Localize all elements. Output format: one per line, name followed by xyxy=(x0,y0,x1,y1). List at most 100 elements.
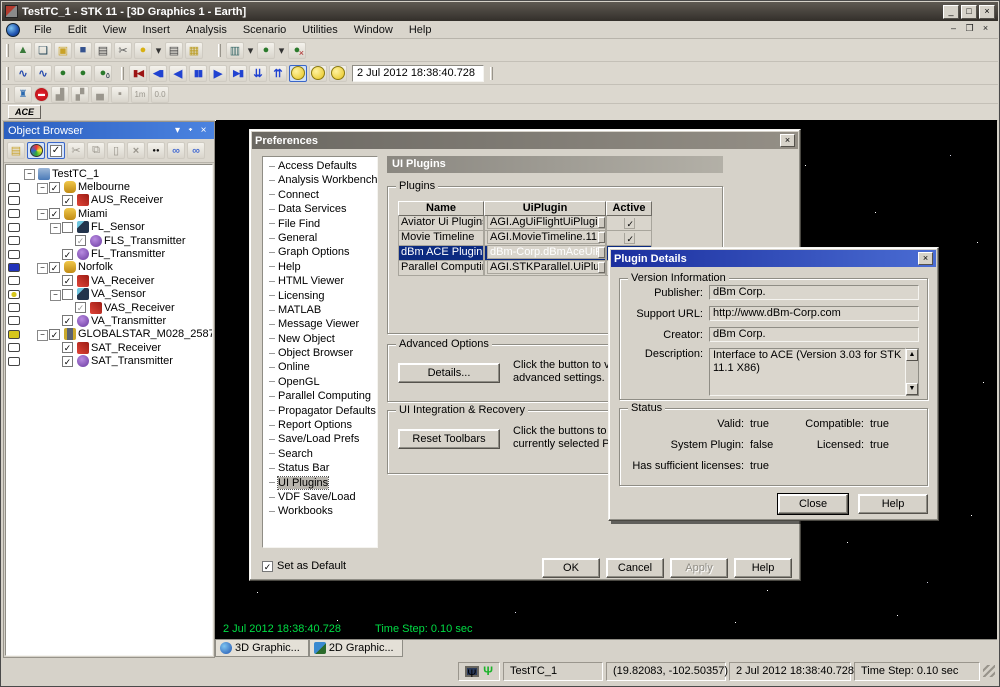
link-icon[interactable] xyxy=(167,142,185,159)
close-button[interactable]: × xyxy=(979,5,995,19)
tree-item[interactable]: VA_Sensor xyxy=(6,288,212,301)
tree-item[interactable]: GLOBALSTAR_M028_25875 xyxy=(6,328,212,341)
menu-item[interactable]: Help xyxy=(401,22,440,38)
draw-color-box[interactable] xyxy=(6,330,22,339)
preferences-close-button[interactable]: × xyxy=(780,134,795,147)
interval-gray-icon[interactable] xyxy=(131,86,149,103)
step-forward-icon[interactable] xyxy=(229,65,247,82)
object-browser-titlebar[interactable]: Object Browser ▾ ᛭ × xyxy=(4,122,214,139)
category-item[interactable]: Analysis Workbench xyxy=(267,174,377,188)
printer-icon[interactable] xyxy=(165,42,183,59)
category-item[interactable]: OpenGL xyxy=(267,376,377,390)
draw-color-box[interactable] xyxy=(6,209,22,218)
ace-button[interactable]: ACE xyxy=(8,105,41,119)
tree-checkbox[interactable] xyxy=(62,195,73,206)
browse-button[interactable] xyxy=(598,262,605,273)
dialog-button[interactable]: Cancel xyxy=(606,558,664,578)
check-filter-icon[interactable] xyxy=(47,142,65,159)
help-button[interactable]: Help xyxy=(858,494,928,514)
category-item[interactable]: Connect xyxy=(267,189,377,203)
play-icon[interactable] xyxy=(209,65,227,82)
tree-item[interactable]: VAS_Receiver xyxy=(6,301,212,314)
plugin-active-cell[interactable] xyxy=(606,216,652,231)
category-item[interactable]: Graph Options xyxy=(267,246,377,260)
category-item[interactable]: General xyxy=(267,232,377,246)
paste-gray-icon[interactable] xyxy=(107,142,125,159)
plugin-name-cell[interactable]: Movie Timeline xyxy=(398,231,484,246)
decimal-gray-icon[interactable] xyxy=(151,86,169,103)
chart-gray-icon[interactable] xyxy=(51,86,69,103)
tree-checkbox[interactable] xyxy=(75,235,86,246)
field-value[interactable]: Interface to ACE (Version 3.03 for STK 1… xyxy=(709,348,906,396)
plugin-row[interactable]: Movie Timeline AGI.MovieTimeline.11 xyxy=(398,231,698,246)
plugin-active-cell[interactable] xyxy=(606,231,652,246)
animation-time-field[interactable]: 2 Jul 2012 18:38:40.728 xyxy=(352,65,484,82)
tree-item[interactable]: SAT_Transmitter xyxy=(6,354,212,367)
tree-checkbox[interactable] xyxy=(62,222,73,233)
scrollbar[interactable]: ▲▼ xyxy=(906,348,919,396)
toolbar-grip[interactable] xyxy=(121,67,124,80)
expander-icon[interactable] xyxy=(37,263,48,272)
tree-checkbox[interactable] xyxy=(49,182,60,193)
plugin-details-titlebar[interactable]: Plugin Details × xyxy=(611,250,936,267)
close-button[interactable]: Close xyxy=(778,494,848,514)
category-item[interactable]: Message Viewer xyxy=(267,318,377,332)
mdi-minimize-button[interactable]: – xyxy=(947,24,960,35)
expander-icon[interactable] xyxy=(50,223,61,232)
color-wheel-icon[interactable] xyxy=(27,142,45,159)
toolbar-grip[interactable] xyxy=(6,44,9,57)
faster-icon[interactable] xyxy=(269,65,287,82)
chevron-down-icon[interactable]: ▾ xyxy=(171,125,184,136)
map-gray-icon[interactable] xyxy=(71,86,89,103)
category-item[interactable]: UI Plugins xyxy=(267,477,377,491)
expander-icon[interactable] xyxy=(24,169,35,178)
menu-item[interactable]: Analysis xyxy=(178,22,235,38)
tree-checkbox[interactable] xyxy=(62,356,73,367)
delete-gray-icon[interactable] xyxy=(127,142,145,159)
plugin-name-cell[interactable]: Parallel Computing xyxy=(398,261,484,276)
window-icon[interactable] xyxy=(34,42,52,59)
mdi-restore-button[interactable]: ❐ xyxy=(963,24,976,35)
category-item[interactable]: Search xyxy=(267,448,377,462)
draw-color-box[interactable] xyxy=(6,303,22,312)
category-item[interactable]: Status Bar xyxy=(267,462,377,476)
expander-icon[interactable] xyxy=(50,343,61,352)
set-default-checkbox[interactable] xyxy=(262,561,273,572)
toolbar-grip[interactable] xyxy=(6,88,9,101)
menu-item[interactable]: Edit xyxy=(60,22,95,38)
category-item[interactable]: Access Defaults xyxy=(267,160,377,174)
menu-item[interactable]: Window xyxy=(346,22,401,38)
category-item[interactable]: Data Services xyxy=(267,203,377,217)
reset-icon[interactable] xyxy=(129,65,147,82)
tree-checkbox[interactable] xyxy=(49,262,60,273)
tree-checkbox[interactable] xyxy=(62,249,73,260)
category-item[interactable]: Report Options xyxy=(267,419,377,433)
expander-icon[interactable] xyxy=(37,330,48,339)
caret-down-icon[interactable] xyxy=(277,42,286,59)
plugin-uiplugin-cell[interactable]: AGI.AgUiFlightUiPlugins xyxy=(484,216,606,231)
object-tools-icon[interactable] xyxy=(14,86,32,103)
field-value[interactable]: http://www.dBm-Corp.com xyxy=(709,306,919,321)
slower-icon[interactable] xyxy=(249,65,267,82)
details-button[interactable]: Details... xyxy=(398,363,500,383)
active-checkbox[interactable] xyxy=(624,218,635,229)
find-icon[interactable] xyxy=(147,142,165,159)
globe-check-icon[interactable] xyxy=(74,65,92,82)
expander-icon[interactable] xyxy=(50,276,61,285)
pause-icon[interactable] xyxy=(189,65,207,82)
expander-icon[interactable] xyxy=(50,196,61,205)
tree-item[interactable]: Miami xyxy=(6,207,212,220)
play-back-icon[interactable] xyxy=(169,65,187,82)
link-add-icon[interactable] xyxy=(187,142,205,159)
draw-color-box[interactable] xyxy=(6,250,22,259)
category-item[interactable]: Online xyxy=(267,361,377,375)
notebook-icon[interactable] xyxy=(7,142,25,159)
cut-gray-icon[interactable] xyxy=(67,142,85,159)
expander-icon[interactable] xyxy=(63,236,74,245)
category-item[interactable]: Save/Load Prefs xyxy=(267,433,377,447)
category-item[interactable]: Propagator Defaults xyxy=(267,405,377,419)
maximize-button[interactable]: □ xyxy=(961,5,977,19)
open-folder-icon[interactable] xyxy=(54,42,72,59)
plugin-name-cell[interactable]: dBm ACE Plugin xyxy=(398,246,484,261)
field-value[interactable]: dBm Corp. xyxy=(709,285,919,300)
